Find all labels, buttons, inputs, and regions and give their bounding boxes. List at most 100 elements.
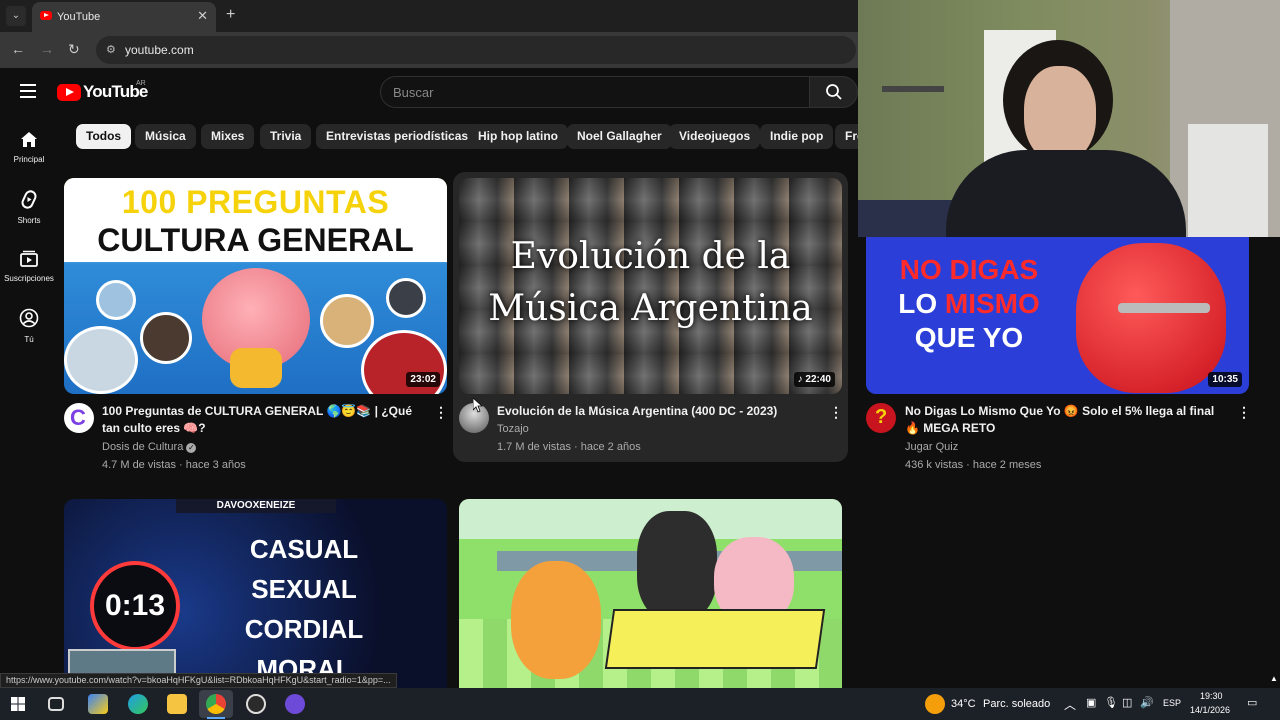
sidebar-label: Suscripciones xyxy=(4,274,54,283)
shorts-icon xyxy=(21,190,37,209)
mouse-cursor-icon xyxy=(473,398,483,413)
you-icon xyxy=(19,308,39,328)
chip-hip-hop-latino[interactable]: Hip hop latino xyxy=(468,124,568,149)
video-channel[interactable]: Dosis de Cultura ✓ xyxy=(102,438,197,456)
chrome-icon[interactable] xyxy=(206,694,226,714)
chip-indie-pop[interactable]: Indie pop xyxy=(760,124,834,149)
address-url[interactable]: youtube.com xyxy=(125,43,194,57)
channel-name[interactable]: Dosis de Cultura xyxy=(102,441,183,453)
notification-badge: ▲ xyxy=(1270,674,1278,683)
thumbnail-word: SEXUAL xyxy=(251,574,357,604)
back-arrow-icon[interactable]: ← xyxy=(11,41,25,57)
channel-avatar[interactable]: C xyxy=(64,403,94,433)
heart-character-illustration xyxy=(1076,243,1226,393)
youtube-header: YouTube AR Buscar xyxy=(0,68,858,116)
close-tab-icon[interactable]: ✕ xyxy=(197,8,208,24)
chip-trivia[interactable]: Trivia xyxy=(260,124,312,149)
copilot-icon[interactable] xyxy=(88,694,108,714)
youtube-favicon-icon xyxy=(40,11,52,20)
microphone-icon[interactable]: 🎙 xyxy=(1104,696,1118,709)
tab-search-menu-button[interactable]: ⌄ xyxy=(6,6,26,26)
body-illustration xyxy=(230,348,282,388)
subscriptions-icon xyxy=(20,250,38,267)
video-thumbnail[interactable]: DAVOOXENEIZE 0:13 CASUAL SEXUAL CORDIAL … xyxy=(64,499,447,688)
obs-icon[interactable] xyxy=(246,694,266,714)
video-stats: 1.7 M de vistas · hace 2 años xyxy=(497,441,641,453)
video-title[interactable]: Evolución de la Música Argentina (400 DC… xyxy=(497,403,817,420)
windows-start-icon[interactable] xyxy=(11,697,25,711)
chip-musica[interactable]: Música xyxy=(135,124,196,149)
video-duration: ♪ 22:40 xyxy=(793,372,835,387)
notification-icon[interactable]: ▭ xyxy=(1247,696,1257,709)
chip-mixes[interactable]: Mixes xyxy=(201,124,255,149)
chip-noel-gallagher[interactable]: Noel Gallagher xyxy=(567,124,672,149)
volume-icon[interactable]: 🔊 xyxy=(1140,696,1154,709)
more-options-icon[interactable]: ⋮ xyxy=(1237,404,1251,421)
video-thumbnail[interactable]: 100 PREGUNTAS CULTURA GENERAL 23:02 xyxy=(64,178,447,394)
table-illustration xyxy=(604,609,826,669)
windows-taskbar: 34°C Parc. soleado ︿ ▣ 🎙 ◫ 🔊 ESP 19:30 1… xyxy=(0,674,1280,720)
address-bar[interactable]: ⚙ youtube.com xyxy=(96,36,856,64)
search-input[interactable]: Buscar xyxy=(380,76,810,108)
sidebar-item-you[interactable]: Tú xyxy=(0,308,58,344)
file-explorer-icon[interactable] xyxy=(167,694,187,714)
verified-icon: ✓ xyxy=(186,443,197,453)
edge-icon[interactable] xyxy=(128,694,148,714)
search-icon xyxy=(826,84,842,100)
cartoon-mouse-illustration xyxy=(637,511,717,621)
home-icon xyxy=(21,132,37,147)
thumbnail-text: LO xyxy=(898,288,945,319)
video-duration: 23:02 xyxy=(406,372,440,387)
more-options-icon[interactable]: ⋮ xyxy=(829,404,843,421)
menu-icon[interactable] xyxy=(20,84,36,102)
reload-icon[interactable]: ↻ xyxy=(68,41,80,58)
video-thumbnail[interactable]: NO DIGAS LO MISMO QUE YO 10:35 xyxy=(866,237,1249,394)
youtube-logo-icon[interactable] xyxy=(57,84,81,101)
chat-app-icon[interactable] xyxy=(285,694,305,714)
weather-temp[interactable]: 34°C xyxy=(951,698,976,710)
thumbnail-circle xyxy=(64,326,138,394)
chip-overflow[interactable]: Fre xyxy=(835,124,858,149)
network-device-icon[interactable]: ▣ xyxy=(1086,696,1096,709)
sidebar-item-subscriptions[interactable]: Suscripciones xyxy=(0,249,58,283)
wifi-icon[interactable]: ◫ xyxy=(1122,696,1132,709)
forward-arrow-icon[interactable]: → xyxy=(40,41,54,57)
thumbnail-text: CULTURA GENERAL xyxy=(97,222,414,258)
thumbnail-text: NO DIGAS xyxy=(899,254,1039,285)
video-thumbnail[interactable] xyxy=(459,499,842,688)
zipper-illustration xyxy=(1118,303,1210,313)
language-indicator[interactable]: ESP xyxy=(1163,698,1181,708)
thumbnail-text: Evolución de la xyxy=(510,236,791,277)
webcam-overlay xyxy=(858,0,1280,237)
weather-desc[interactable]: Parc. soleado xyxy=(983,698,1050,710)
task-view-icon[interactable] xyxy=(48,697,64,711)
chip-entrevistas[interactable]: Entrevistas periodísticas xyxy=(316,124,479,149)
channel-name[interactable]: Jugar Quiz xyxy=(905,438,958,456)
site-info-icon[interactable]: ⚙ xyxy=(106,43,116,56)
chip-todos[interactable]: Todos xyxy=(76,124,132,149)
channel-avatar[interactable]: ? xyxy=(866,403,896,433)
thumbnail-text: QUE YO xyxy=(914,322,1024,353)
new-tab-icon[interactable]: + xyxy=(226,6,235,24)
channel-name[interactable]: Tozajo xyxy=(497,420,529,438)
video-title[interactable]: 100 Preguntas de CULTURA GENERAL 🌎😇📚 | ¿… xyxy=(102,403,422,437)
search-button[interactable] xyxy=(809,76,858,108)
video-thumbnail[interactable]: Evolución de la Música Argentina ♪ 22:40 xyxy=(459,178,842,394)
video-title[interactable]: No Digas Lo Mismo Que Yo 😡 Solo el 5% ll… xyxy=(905,403,1225,437)
sidebar-item-shorts[interactable]: Shorts xyxy=(0,190,58,225)
video-stats: 436 k vistas · hace 2 meses xyxy=(905,459,1042,471)
timer-text: 0:13 xyxy=(104,589,166,622)
chip-videojuegos[interactable]: Videojuegos xyxy=(669,124,761,149)
sidebar-item-home[interactable]: Principal xyxy=(0,131,58,164)
video-duration: 10:35 xyxy=(1208,372,1242,387)
browser-tab-youtube[interactable]: YouTube ✕ xyxy=(32,2,216,32)
tray-chevron-icon[interactable]: ︿ xyxy=(1064,696,1076,713)
thumbnail-circle xyxy=(320,294,374,348)
sidebar-label: Shorts xyxy=(17,216,41,225)
clock-date[interactable]: 14/1/2026 xyxy=(1190,705,1230,715)
more-options-icon[interactable]: ⋮ xyxy=(434,404,448,421)
clock-time[interactable]: 19:30 xyxy=(1200,691,1223,701)
country-code: AR xyxy=(136,80,146,87)
video-stats: 4.7 M de vistas · hace 3 años xyxy=(102,459,246,471)
thumbnail-text: MISMO xyxy=(944,288,1040,319)
